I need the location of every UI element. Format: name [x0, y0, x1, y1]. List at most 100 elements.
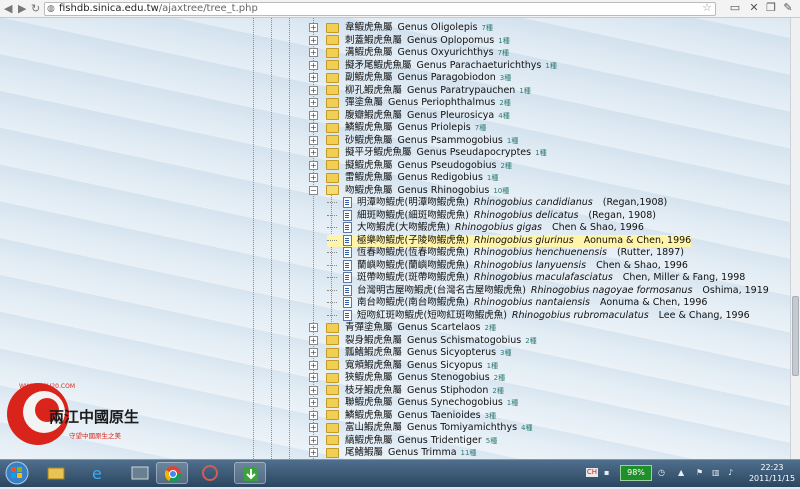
genus-name[interactable]: Genus Rhinogobius — [398, 185, 490, 196]
expand-toggle-icon[interactable]: + — [309, 173, 318, 182]
keyboard-icon[interactable]: ▪ — [604, 468, 613, 477]
expand-toggle-icon[interactable]: + — [309, 110, 318, 120]
vertical-scrollbar[interactable] — [790, 18, 800, 459]
expand-toggle-icon[interactable]: + — [309, 48, 318, 57]
expand-toggle-icon[interactable]: + — [309, 160, 318, 170]
expand-toggle-icon[interactable]: + — [309, 360, 318, 370]
genus-name[interactable]: Genus Oligolepis — [398, 22, 478, 33]
scrollbar-thumb[interactable] — [792, 296, 799, 376]
back-arrow-icon[interactable]: ◀ — [4, 2, 12, 15]
expand-toggle-icon[interactable]: + — [309, 23, 318, 32]
internet-explorer-icon[interactable]: e — [82, 462, 114, 484]
tree-species-row[interactable]: 恆春吻鰕虎(恆春吻鰕虎魚) Rhinogobius henchuenensis (R… — [327, 247, 684, 259]
tray-up-arrow-icon[interactable]: ▲ — [678, 468, 687, 477]
tree-genus-row[interactable]: + 縞鰕虎魚屬 Genus Tridentiger 5種 — [309, 435, 497, 447]
expand-toggle-icon[interactable]: + — [309, 148, 318, 157]
close-window-icon[interactable]: ✕ — [747, 1, 761, 14]
expand-toggle-icon[interactable]: + — [309, 423, 318, 432]
chrome-icon[interactable] — [156, 462, 188, 484]
genus-name[interactable]: Genus Sicyopterus — [407, 347, 496, 358]
expand-toggle-icon[interactable]: + — [309, 123, 318, 132]
tree-genus-row[interactable]: + 柳孔鰕虎魚屬 Genus Paratrypauchen 1種 — [309, 85, 531, 97]
forward-arrow-icon[interactable]: ▶ — [18, 2, 26, 15]
genus-name[interactable]: Genus Parachaeturichthys — [417, 60, 542, 71]
tree-genus-row[interactable]: + 砂鰕虎魚屬 Genus Psammogobius 1種 — [309, 135, 518, 147]
tree-species-row[interactable]: 細斑吻鰕虎(細斑吻鰕虎魚) Rhinogobius delicatus (Regan… — [327, 209, 656, 222]
tree-genus-row[interactable]: + 富山鰕虎魚屬 Genus Tomiyamichthys 4種 — [309, 422, 533, 434]
tree-genus-row[interactable]: + 狹鰕虎魚屬 Genus Stenogobius 2種 — [309, 372, 505, 384]
expand-toggle-icon[interactable]: + — [309, 373, 318, 382]
species-scientific-name[interactable]: Rhinogobius delicatus — [474, 210, 579, 221]
download-manager-icon[interactable] — [234, 462, 266, 484]
tree-genus-row[interactable]: + 刺蓋鰕虎魚屬 Genus Oplopomus 1種 — [309, 35, 510, 47]
restore-window-icon[interactable]: ❐ — [764, 1, 778, 14]
ime-indicator[interactable]: CH — [586, 468, 598, 477]
genus-name[interactable]: Genus Schismatogobius — [407, 335, 521, 346]
species-scientific-name[interactable]: Rhinogobius rubromaculatus — [512, 310, 649, 321]
tree-genus-row[interactable]: + 雷鰕虎魚屬 Genus Redigobius 1種 — [309, 172, 498, 184]
media-player-icon[interactable] — [124, 462, 156, 484]
genus-name[interactable]: Genus Taenioides — [398, 410, 481, 421]
genus-name[interactable]: Genus Oplopomus — [407, 35, 494, 46]
genus-name[interactable]: Genus Pleurosicya — [407, 110, 494, 121]
tree-species-row[interactable]: 南台吻鰕虎(南台吻鰕虎魚) Rhinogobius nantaiensis Aonu… — [327, 297, 707, 309]
species-scientific-name[interactable]: Rhinogobius giurinus — [474, 235, 574, 246]
tree-genus-row[interactable]: + 瓢鰭鰕虎魚屬 Genus Sicyopterus 3種 — [309, 347, 512, 359]
genus-name[interactable]: Genus Pseudapocryptes — [417, 147, 532, 158]
address-bar[interactable]: ◍ fishdb.sinica.edu.tw/ajaxtree/tree_t.p… — [44, 2, 716, 16]
genus-name[interactable]: Genus Trimma — [388, 447, 457, 458]
tree-genus-row[interactable]: + 裂身鰕虎魚屬 Genus Schismatogobius 2種 — [309, 335, 537, 347]
genus-name[interactable]: Genus Psammogobius — [398, 135, 503, 146]
genus-name[interactable]: Genus Synechogobius — [398, 397, 503, 408]
expand-toggle-icon[interactable]: + — [309, 435, 318, 445]
tree-genus-row[interactable]: + 腹瓣鰕虎魚屬 Genus Pleurosicya 4種 — [309, 110, 510, 122]
genus-name[interactable]: Genus Oxyurichthys — [398, 47, 494, 58]
tree-genus-row[interactable]: + 韋鰕虎魚屬 Genus Oligolepis 7種 — [309, 22, 493, 34]
species-scientific-name[interactable]: Rhinogobius maculafasciatus — [474, 272, 613, 283]
species-scientific-name[interactable]: Rhinogobius henchuenensis — [474, 247, 607, 258]
tree-genus-row[interactable]: + 尾鰭鰕屬 Genus Trimma 11種 — [309, 447, 476, 459]
clock[interactable]: 22:23 2011/11/15 — [748, 462, 796, 484]
tree-species-row[interactable]: 極樂吻鰕虎(子陵吻鰕虎魚) Rhinogobius giurinus Aonuma … — [327, 234, 692, 247]
expand-toggle-icon[interactable]: + — [309, 335, 318, 345]
expand-toggle-icon[interactable]: + — [309, 398, 318, 407]
tree-species-row[interactable]: 大吻鰕虎(大吻鰕虎魚) Rhinogobius gigas Chen & Shao,… — [327, 222, 644, 234]
network-icon[interactable]: ▥ — [712, 468, 721, 477]
genus-name[interactable]: Genus Priolepis — [398, 122, 471, 133]
tree-genus-row[interactable]: + 副鰕虎魚屬 Genus Paragobiodon 3種 — [309, 72, 511, 84]
windows-start-icon[interactable] — [2, 460, 32, 486]
tree-species-row[interactable]: 明潭吻鰕虎(明潭吻鰕虎魚) Rhinogobius candidianus (Reg… — [327, 197, 667, 209]
expand-toggle-icon[interactable]: + — [309, 35, 318, 45]
expand-toggle-icon[interactable]: + — [309, 323, 318, 332]
tray-clock-icon[interactable]: ◷ — [658, 468, 667, 477]
genus-name[interactable]: Genus Paragobiodon — [398, 72, 496, 83]
genus-name[interactable]: Genus Sicyopus — [407, 360, 483, 371]
species-scientific-name[interactable]: Rhinogobius nagoyae formosanus — [531, 285, 692, 296]
species-scientific-name[interactable]: Rhinogobius nantaiensis — [474, 297, 590, 308]
species-scientific-name[interactable]: Rhinogobius gigas — [455, 222, 542, 233]
expand-toggle-icon[interactable]: + — [309, 98, 318, 107]
genus-name[interactable]: Genus Tomiyamichthys — [407, 422, 517, 433]
bookmark-star-icon[interactable]: ☆ — [702, 2, 712, 14]
expand-toggle-icon[interactable]: + — [309, 385, 318, 395]
genus-name[interactable]: Genus Periophthalmus — [388, 97, 495, 108]
volume-icon[interactable]: ♪ — [728, 468, 737, 477]
expand-toggle-icon[interactable]: + — [309, 448, 318, 457]
tree-species-row[interactable]: 斑帶吻鰕虎(斑帶吻鰕虎魚) Rhinogobius maculafasciatus… — [327, 272, 745, 284]
expand-toggle-icon[interactable]: + — [309, 73, 318, 82]
collapse-toggle-icon[interactable]: − — [309, 185, 318, 195]
genus-name[interactable]: Genus Scartelaos — [398, 322, 481, 333]
expand-toggle-icon[interactable]: + — [309, 348, 318, 357]
tree-species-row[interactable]: 台灣明古屋吻鰕虎(台灣名古屋吻鰕虎魚) Rhinogobius nagoyae f… — [327, 284, 769, 297]
flag-icon[interactable]: ⚑ — [696, 468, 705, 477]
tree-genus-row[interactable]: + 枝牙鰕虎魚屬 Genus Stiphodon 2種 — [309, 385, 504, 397]
tree-species-row[interactable]: 短吻紅斑吻鰕虎(短吻紅斑吻鰕虎魚) Rhinogobius rubromacula… — [327, 309, 750, 322]
genus-name[interactable]: Genus Redigobius — [398, 172, 483, 183]
expand-toggle-icon[interactable]: + — [309, 60, 318, 70]
reload-icon[interactable]: ↻ — [31, 2, 40, 15]
settings-wrench-icon[interactable]: ✎ — [781, 1, 795, 14]
tree-genus-row[interactable]: + 溝鰕虎魚屬 Genus Oxyurichthys 7種 — [309, 47, 509, 59]
tree-genus-row[interactable]: + 擬鰕虎魚屬 Genus Pseudogobius 2種 — [309, 160, 512, 172]
species-scientific-name[interactable]: Rhinogobius lanyuensis — [474, 260, 586, 271]
tree-genus-row[interactable]: − 吻鰕虎魚屬 Genus Rhinogobius 10種 — [309, 185, 509, 197]
